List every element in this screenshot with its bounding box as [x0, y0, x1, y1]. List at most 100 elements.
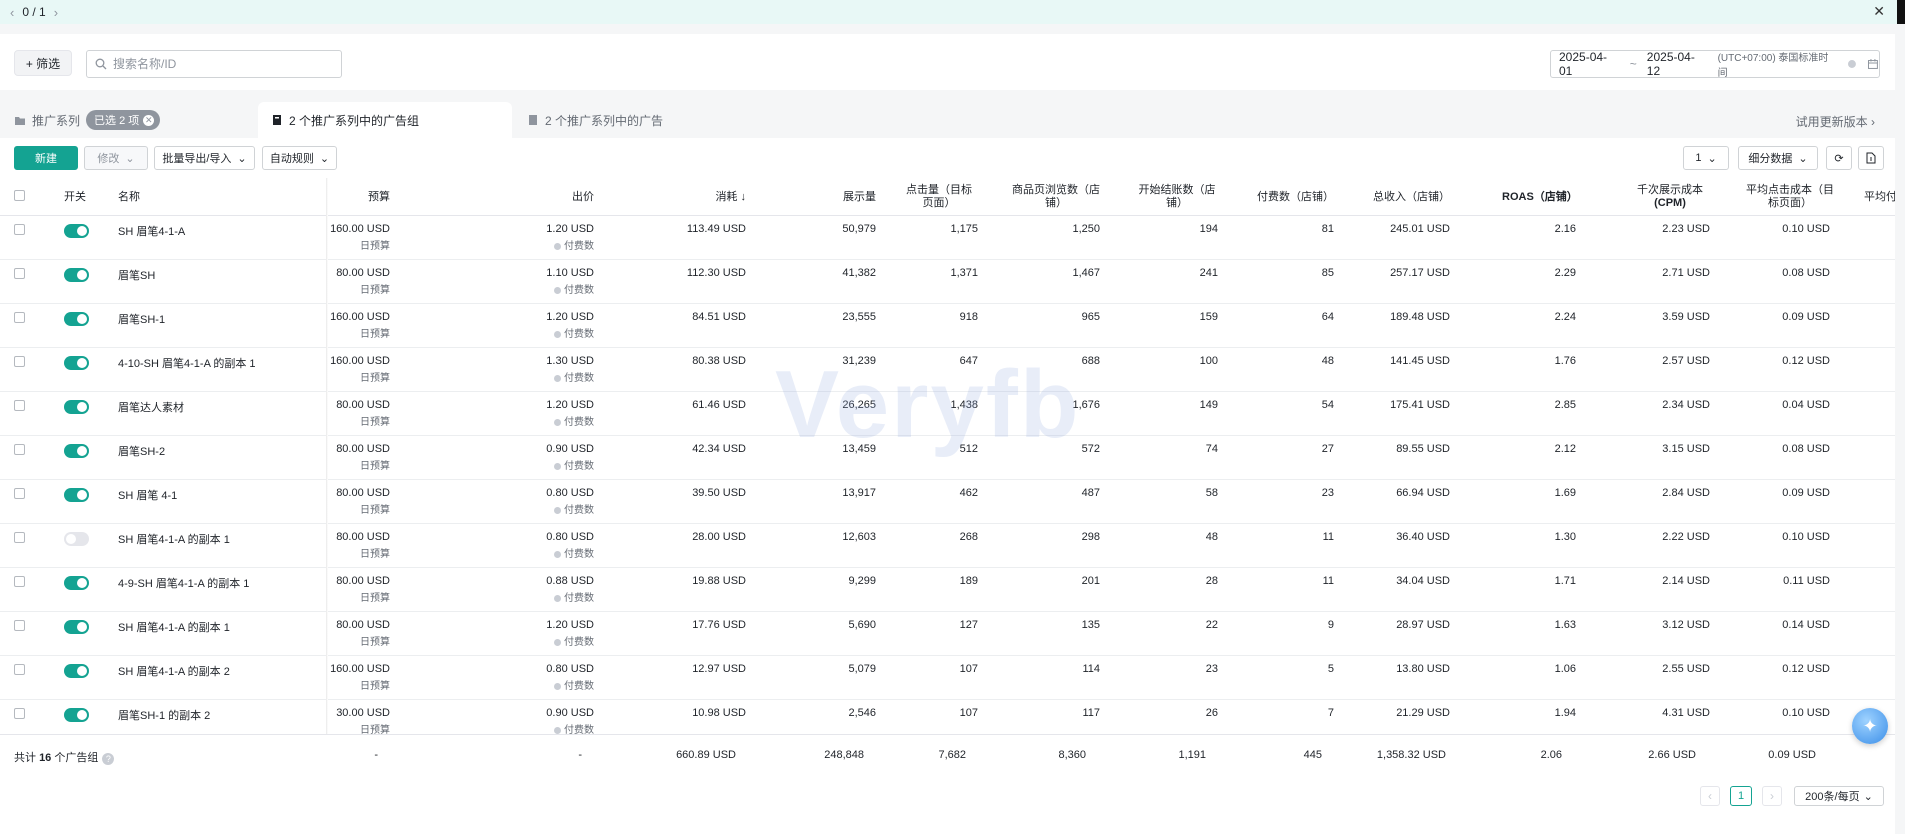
try-new-version-link[interactable]: 试用更新版本 ›: [1796, 113, 1875, 130]
auto-rules-button[interactable]: 自动规则 ⌄: [262, 146, 337, 170]
col-avg-purchase-cost[interactable]: 平均付: [1864, 178, 1895, 216]
row-checkbox[interactable]: [14, 488, 25, 499]
adgroup-name[interactable]: SH 眉笔4-1-A 的副本 1: [118, 619, 230, 635]
search-input[interactable]: [113, 57, 323, 71]
status-toggle[interactable]: [64, 664, 89, 678]
table-row[interactable]: SH 眉笔4-1-A 的副本 2 160.00 USD 日预算 0.80 USD 付费数…: [0, 656, 1895, 700]
pager-next-icon[interactable]: ›: [54, 5, 58, 20]
adgroup-name[interactable]: 眉笔达人素材: [118, 399, 184, 415]
cell-bid-value: 1.20 USD: [546, 223, 594, 235]
row-checkbox[interactable]: [14, 576, 25, 587]
adgroup-name[interactable]: SH 眉笔4-1-A 的副本 2: [118, 663, 230, 679]
bulk-export-import-button[interactable]: 批量导出/导入 ⌄: [154, 146, 255, 170]
refresh-button[interactable]: ⟳: [1826, 146, 1852, 170]
col-purchases[interactable]: 付费数（店铺）: [1228, 178, 1334, 216]
status-toggle[interactable]: [64, 400, 89, 414]
adgroup-name[interactable]: 眉笔SH-2: [118, 443, 165, 459]
cell-spend: 12.97 USD: [640, 663, 746, 675]
table-row[interactable]: 眉笔SH 80.00 USD 日预算 1.10 USD 付费数 112.30 USD 41,…: [0, 260, 1895, 304]
adgroup-name[interactable]: 眉笔SH-1: [118, 311, 165, 327]
pagination-next-icon[interactable]: ›: [1762, 786, 1782, 806]
edit-button[interactable]: 修改 ⌄: [84, 146, 148, 170]
col-checkout[interactable]: 开始结账数（店 铺）: [1132, 178, 1222, 216]
tab-ads[interactable]: 2 个推广系列中的广告: [528, 102, 663, 138]
status-toggle[interactable]: [64, 444, 89, 458]
col-budget[interactable]: 预算: [300, 178, 390, 216]
adgroup-name[interactable]: 4-10-SH 眉笔4-1-A 的副本 1: [118, 355, 256, 371]
col-impressions[interactable]: 展示量: [780, 178, 876, 216]
date-start[interactable]: 2025-04-01: [1559, 50, 1620, 78]
row-checkbox[interactable]: [14, 224, 25, 235]
selected-chip[interactable]: 已选 2 项 ✕: [86, 110, 161, 130]
pagination-page-1[interactable]: 1: [1730, 786, 1752, 806]
date-range-picker[interactable]: 2025-04-01 ~ 2025-04-12 (UTC+07:00) 泰国标准…: [1550, 50, 1880, 79]
tab-adgroups[interactable]: 2 个推广系列中的广告组: [258, 102, 512, 138]
col-pageviews[interactable]: 商品页浏览数（店 铺）: [1002, 178, 1110, 216]
breakdown-button[interactable]: 细分数据 ⌄: [1738, 146, 1818, 170]
info-icon: [1848, 60, 1857, 68]
col-cpm[interactable]: 千次展示成本 (CPM): [1630, 178, 1710, 216]
table-row[interactable]: 4-9-SH 眉笔4-1-A 的副本 1 80.00 USD 日预算 0.88 USD…: [0, 568, 1895, 612]
col-name[interactable]: 名称: [118, 178, 140, 216]
col-spend[interactable]: 消耗 ↓: [640, 178, 746, 216]
export-button[interactable]: [1858, 146, 1884, 170]
adgroup-name[interactable]: 眉笔SH: [118, 267, 155, 283]
assistant-fab[interactable]: ✦: [1852, 708, 1888, 744]
pager-prev-icon[interactable]: ‹: [10, 5, 14, 20]
cell-purchases: 48: [1228, 355, 1334, 367]
cell-budget-subtype-label: 日预算: [360, 241, 390, 252]
status-toggle[interactable]: [64, 312, 89, 326]
col-clicks[interactable]: 点击量（目标 页面）: [900, 178, 978, 216]
new-button[interactable]: 新建: [14, 146, 78, 170]
status-toggle[interactable]: [64, 576, 89, 590]
date-end[interactable]: 2025-04-12: [1647, 50, 1708, 78]
status-toggle[interactable]: [64, 268, 89, 282]
page-size-select[interactable]: 200条/每页 ⌄: [1794, 786, 1884, 806]
row-checkbox[interactable]: [14, 268, 25, 279]
status-toggle[interactable]: [64, 532, 89, 546]
status-toggle[interactable]: [64, 488, 89, 502]
status-toggle[interactable]: [64, 708, 89, 722]
row-checkbox[interactable]: [14, 312, 25, 323]
row-checkbox[interactable]: [14, 400, 25, 411]
help-icon[interactable]: ?: [102, 753, 115, 765]
cell-budget: 80.00 USD 日预算: [290, 487, 390, 516]
col-bid[interactable]: 出价: [480, 178, 594, 216]
select-all-checkbox[interactable]: [14, 190, 25, 201]
row-checkbox[interactable]: [14, 532, 25, 543]
page-select[interactable]: 1 ⌄: [1683, 146, 1729, 170]
table-row[interactable]: SH 眉笔 4-1 80.00 USD 日预算 0.80 USD 付费数 39.50 US…: [0, 480, 1895, 524]
chip-clear-icon[interactable]: ✕: [143, 114, 155, 126]
table-row[interactable]: SH 眉笔4-1-A 160.00 USD 日预算 1.20 USD 付费数 113.49…: [0, 216, 1895, 260]
search-box[interactable]: [86, 50, 342, 78]
cell-budget-value: 80.00 USD: [336, 443, 390, 455]
table-row[interactable]: 眉笔SH-1 的副本 2 30.00 USD 日预算 0.90 USD 付费数 10.98…: [0, 700, 1895, 734]
col-revenue[interactable]: 总收入（店铺）: [1360, 178, 1450, 216]
row-checkbox[interactable]: [14, 356, 25, 367]
filter-button[interactable]: + 筛选: [14, 50, 72, 76]
row-checkbox[interactable]: [14, 708, 25, 719]
table-row[interactable]: 眉笔SH-1 160.00 USD 日预算 1.20 USD 付费数 84.51 USD 2…: [0, 304, 1895, 348]
cell-budget-subtype: 日预算: [290, 589, 390, 604]
table-row[interactable]: SH 眉笔4-1-A 的副本 1 80.00 USD 日预算 0.80 USD 付费数 2…: [0, 524, 1895, 568]
adgroup-name[interactable]: SH 眉笔4-1-A 的副本 1: [118, 531, 230, 547]
cell-purchases-value: 27: [1321, 443, 1334, 455]
status-toggle[interactable]: [64, 620, 89, 634]
row-checkbox[interactable]: [14, 664, 25, 675]
col-cpc[interactable]: 平均点击成本（目 标页面）: [1740, 178, 1840, 216]
calendar-icon[interactable]: [1867, 58, 1879, 70]
tab-campaigns[interactable]: 推广系列 已选 2 项 ✕: [14, 102, 161, 138]
adgroup-name[interactable]: 4-9-SH 眉笔4-1-A 的副本 1: [118, 575, 249, 591]
adgroup-name[interactable]: SH 眉笔4-1-A: [118, 223, 185, 239]
row-checkbox[interactable]: [14, 444, 25, 455]
row-checkbox[interactable]: [14, 620, 25, 631]
filter-bar: + 筛选 2025-04-01 ~ 2025-04-12 (UTC+07:00)…: [0, 34, 1895, 90]
adgroup-name[interactable]: SH 眉笔 4-1: [118, 487, 177, 503]
table-row[interactable]: SH 眉笔4-1-A 的副本 1 80.00 USD 日预算 1.20 USD 付费数 1…: [0, 612, 1895, 656]
adgroup-name[interactable]: 眉笔SH-1 的副本 2: [118, 707, 210, 723]
pagination-prev-icon[interactable]: ‹: [1700, 786, 1720, 806]
col-roas[interactable]: ROAS（店铺）: [1502, 178, 1578, 216]
status-toggle[interactable]: [64, 224, 89, 238]
close-icon[interactable]: ✕: [1873, 3, 1885, 20]
status-toggle[interactable]: [64, 356, 89, 370]
